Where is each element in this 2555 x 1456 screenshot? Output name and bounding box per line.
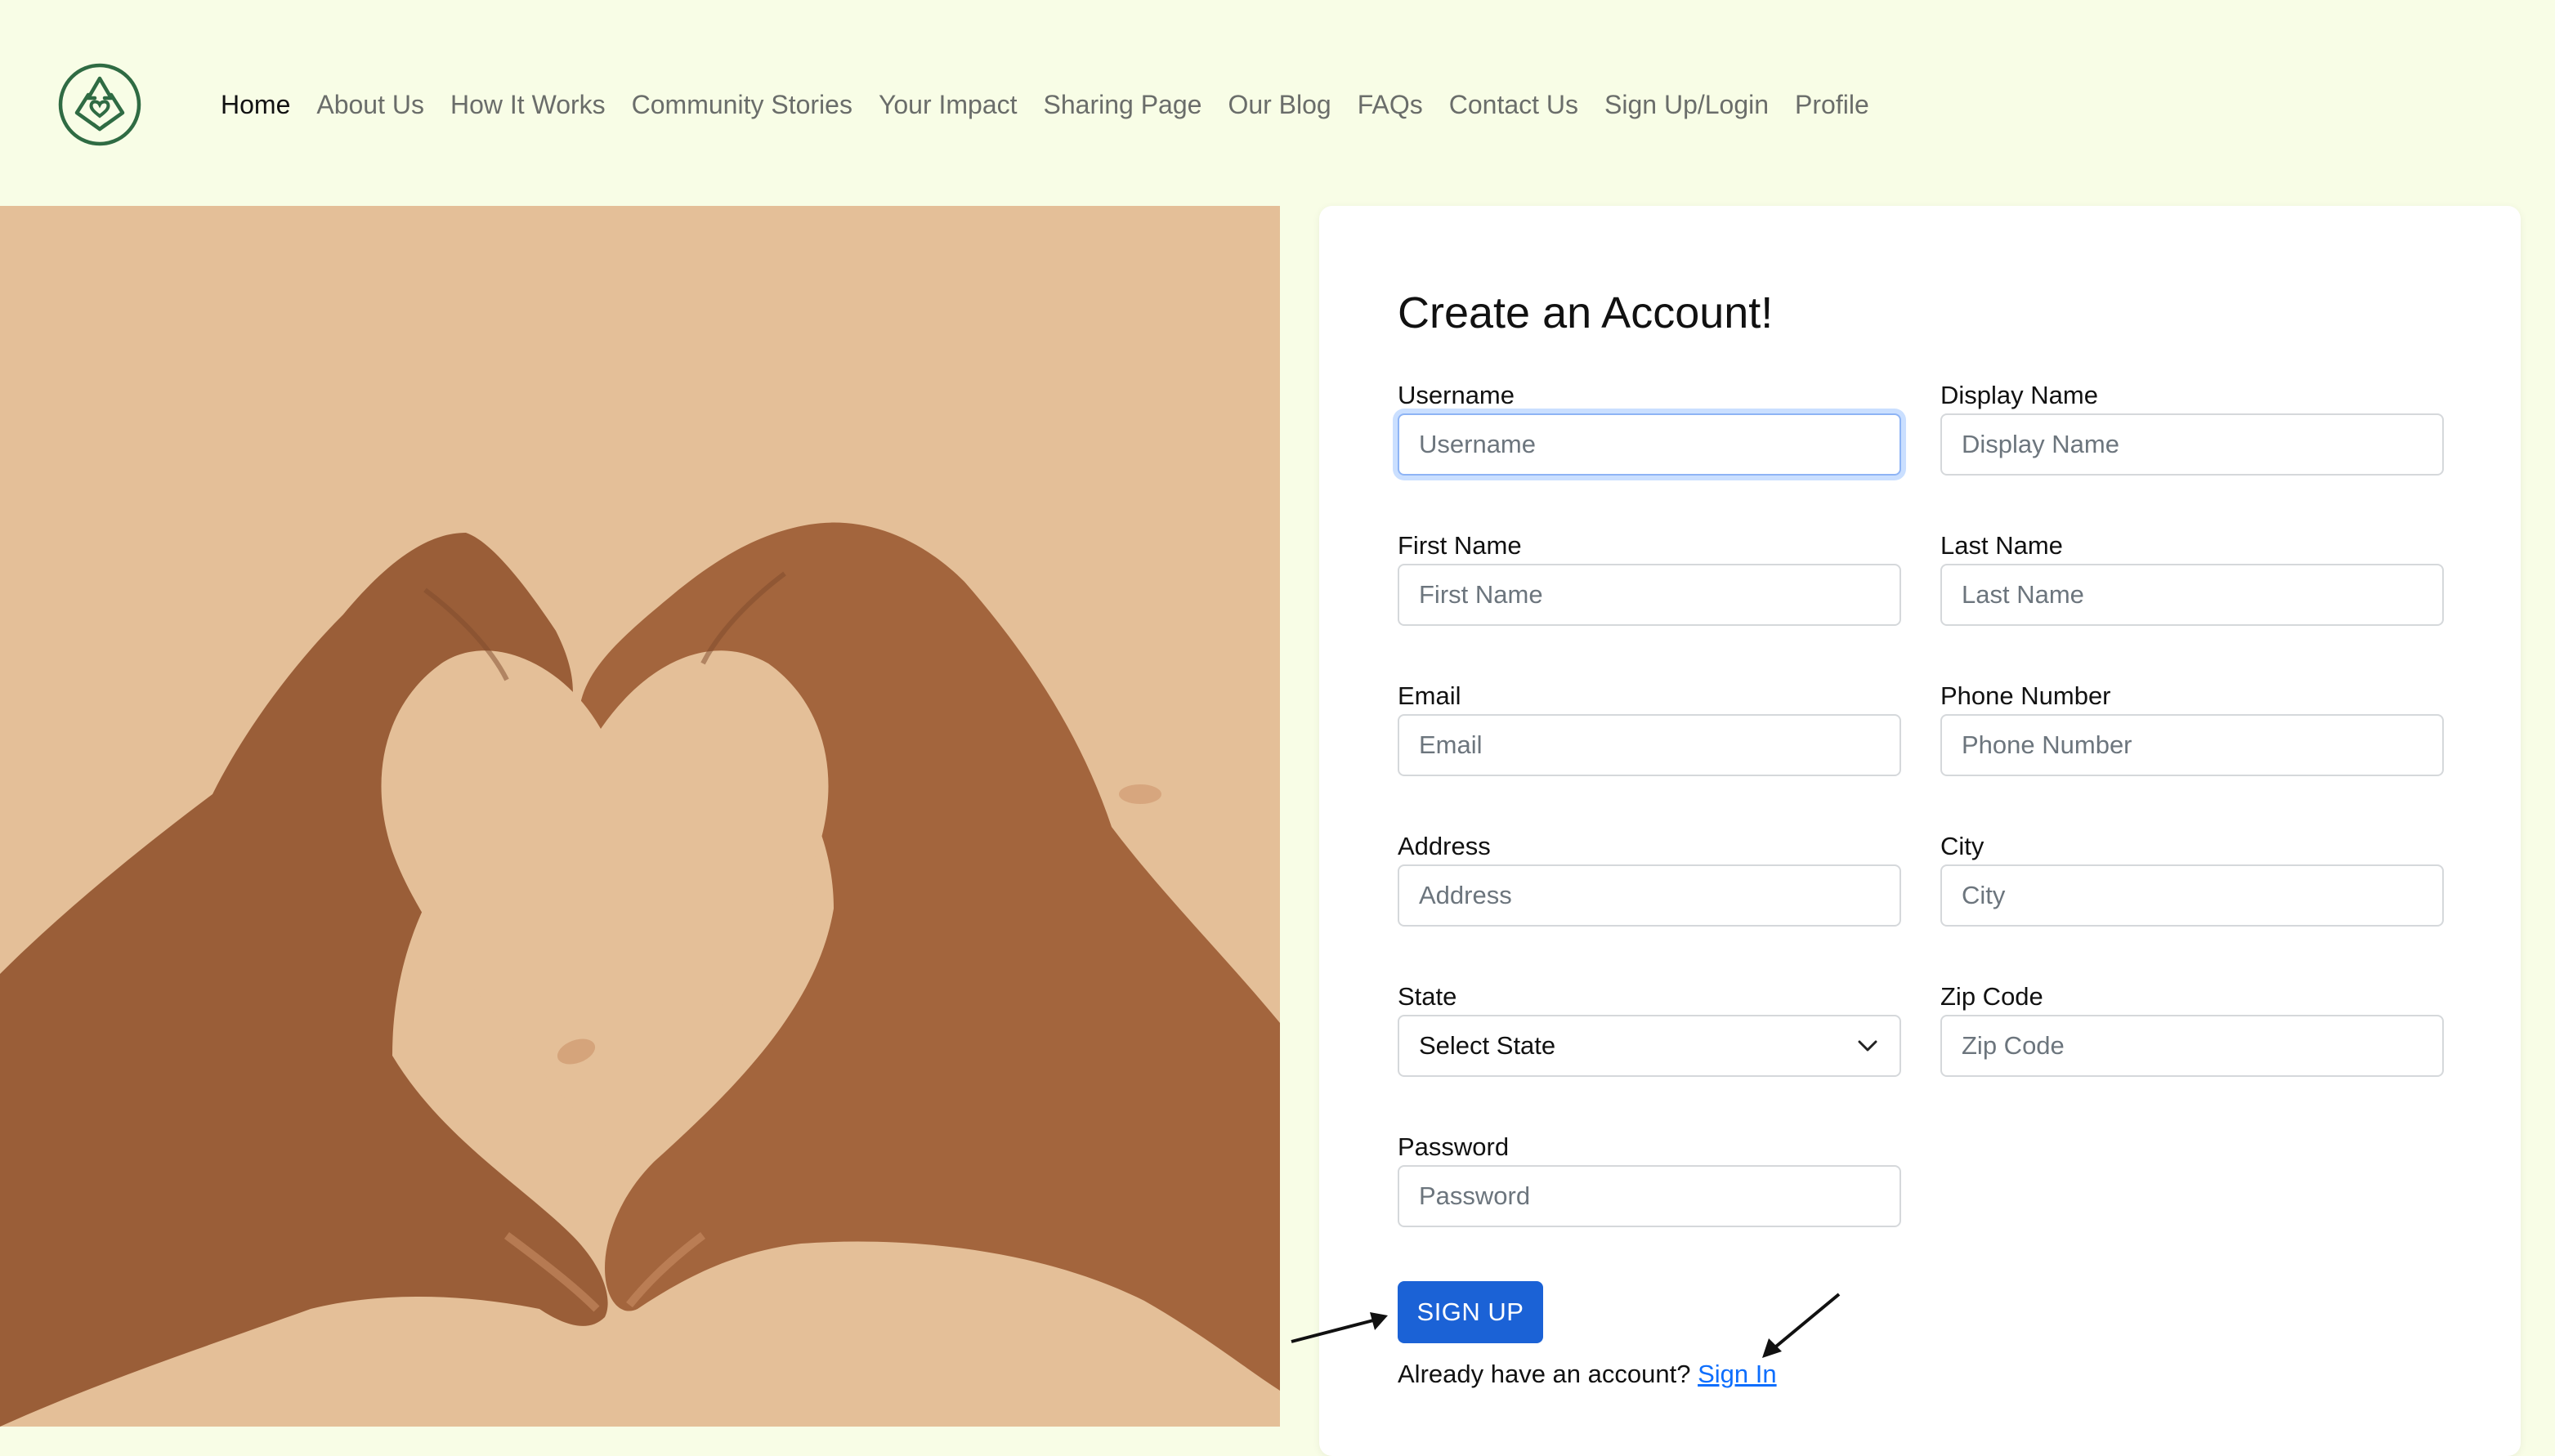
state-label: State [1398,982,1457,1011]
email-input[interactable] [1398,714,1901,776]
email-label: Email [1398,681,1461,710]
password-input[interactable] [1398,1165,1901,1227]
signin-prompt-row: Already have an account? Sign In [1398,1358,1777,1391]
nav-signup-login[interactable]: Sign Up/Login [1591,80,1782,129]
zip-group: Zip Code [1940,980,2444,1077]
recycle-heart-logo-icon[interactable] [57,62,142,147]
arrow-to-signin-icon [1762,1293,1841,1358]
nav-faqs[interactable]: FAQs [1345,80,1436,129]
nav-sharing-page[interactable]: Sharing Page [1031,80,1215,129]
city-label: City [1940,832,1984,860]
address-label: Address [1398,832,1491,860]
heart-hands-illustration [0,522,1280,1427]
chevron-down-icon [1858,1040,1877,1052]
display-name-group: Display Name [1940,379,2444,476]
hero-image [0,206,1280,1427]
last-name-group: Last Name [1940,529,2444,626]
username-group: Username [1398,379,1901,476]
username-input[interactable] [1398,413,1901,476]
signin-prompt-text: Already have an account? [1398,1360,1691,1388]
password-group: Password [1398,1131,1901,1227]
nav-community-stories[interactable]: Community Stories [619,80,866,129]
sign-up-button[interactable]: SIGN UP [1398,1281,1543,1343]
first-name-label: First Name [1398,531,1522,560]
phone-input[interactable] [1940,714,2444,776]
nav-profile[interactable]: Profile [1782,80,1882,129]
username-label: Username [1398,381,1515,409]
last-name-input[interactable] [1940,564,2444,626]
phone-label: Phone Number [1940,681,2111,710]
city-group: City [1940,830,2444,927]
zip-label: Zip Code [1940,982,2043,1011]
site-header: Home About Us How It Works Community Sto… [0,0,2555,206]
password-label: Password [1398,1132,1510,1161]
arrow-to-signup-icon [1291,1312,1388,1343]
form-title: Create an Account! [1398,288,1774,337]
first-name-input[interactable] [1398,564,1901,626]
phone-group: Phone Number [1940,680,2444,776]
nav-contact-us[interactable]: Contact Us [1436,80,1591,129]
nav-home[interactable]: Home [208,80,303,129]
state-select-value: Select State [1419,1031,1556,1060]
first-name-group: First Name [1398,529,1901,626]
nav-your-impact[interactable]: Your Impact [866,80,1031,129]
email-group: Email [1398,680,1901,776]
last-name-label: Last Name [1940,531,2063,560]
address-group: Address [1398,830,1901,927]
display-name-label: Display Name [1940,381,2098,409]
address-input[interactable] [1398,864,1901,927]
zip-input[interactable] [1940,1015,2444,1077]
city-input[interactable] [1940,864,2444,927]
nav-about-us[interactable]: About Us [303,80,437,129]
state-group: State Select State [1398,980,1901,1077]
nav-our-blog[interactable]: Our Blog [1215,80,1344,129]
main-nav: Home About Us How It Works Community Sto… [208,80,1882,129]
display-name-input[interactable] [1940,413,2444,476]
state-select[interactable]: Select State [1398,1015,1901,1077]
signup-card: Create an Account! Username Display Name… [1319,206,2521,1456]
nav-how-it-works[interactable]: How It Works [437,80,619,129]
